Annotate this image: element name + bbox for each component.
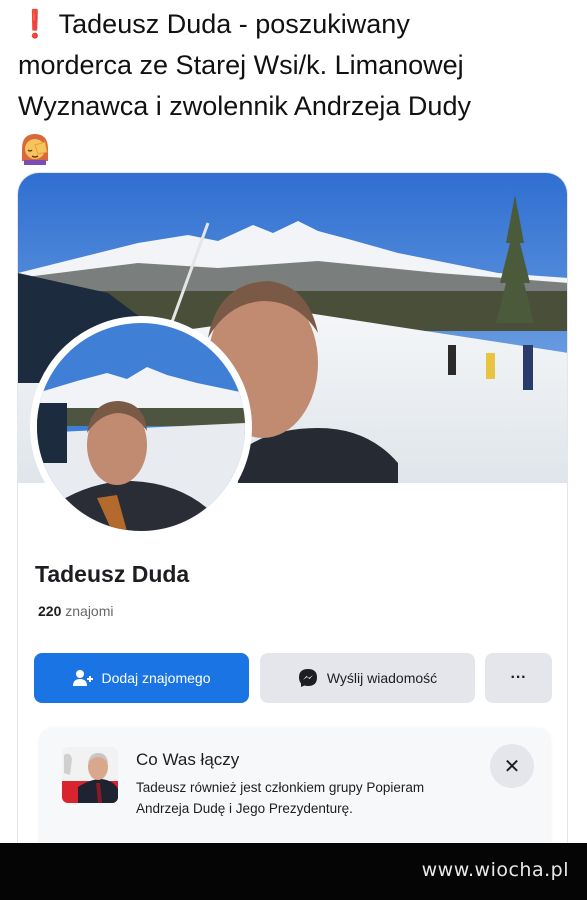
watermark-bar: www.wiocha.pl [0, 843, 587, 900]
friends-label: znajomi [65, 603, 114, 619]
post-line-2: morderca ze Starej Wsi/k. Limanowej [18, 50, 464, 80]
friends-count[interactable]: 220 znajomi [38, 603, 114, 619]
woman-facepalming-icon [18, 131, 52, 165]
profile-card: Tadeusz Duda 220 znajomi Dodaj znajomego… [17, 172, 568, 872]
send-message-label: Wyślij wiadomość [326, 670, 438, 686]
friends-number: 220 [38, 603, 62, 619]
add-friend-label: Dodaj znajomego [101, 670, 211, 686]
watermark-text: www.wiocha.pl [421, 859, 569, 881]
add-friend-icon [72, 669, 93, 687]
more-options-button[interactable]: ··· [485, 653, 552, 703]
avatar-image [37, 323, 245, 531]
close-icon[interactable]: ✕ [490, 744, 534, 788]
post-text: ❗ Tadeusz Duda - poszukiwany morderca ze… [18, 4, 578, 177]
add-friend-button[interactable]: Dodaj znajomego [34, 653, 249, 703]
mutual-description: Tadeusz również jest członkiem grupy Pop… [136, 780, 425, 816]
exclamation-icon: ❗ [18, 9, 52, 40]
post-line-1-text: Tadeusz Duda - poszukiwany [58, 9, 410, 39]
send-message-button[interactable]: Wyślij wiadomość [260, 653, 475, 703]
mutual-title: Co Was łączy [136, 750, 240, 769]
profile-name[interactable]: Tadeusz Duda [35, 561, 189, 588]
profile-avatar[interactable] [30, 316, 252, 538]
messenger-icon [298, 668, 318, 688]
post-line-3: Wyznawca i zwolennik Andrzeja Dudy [18, 91, 471, 121]
group-thumbnail[interactable] [62, 747, 118, 803]
post-line-1: ❗ Tadeusz Duda - poszukiwany [18, 4, 578, 45]
